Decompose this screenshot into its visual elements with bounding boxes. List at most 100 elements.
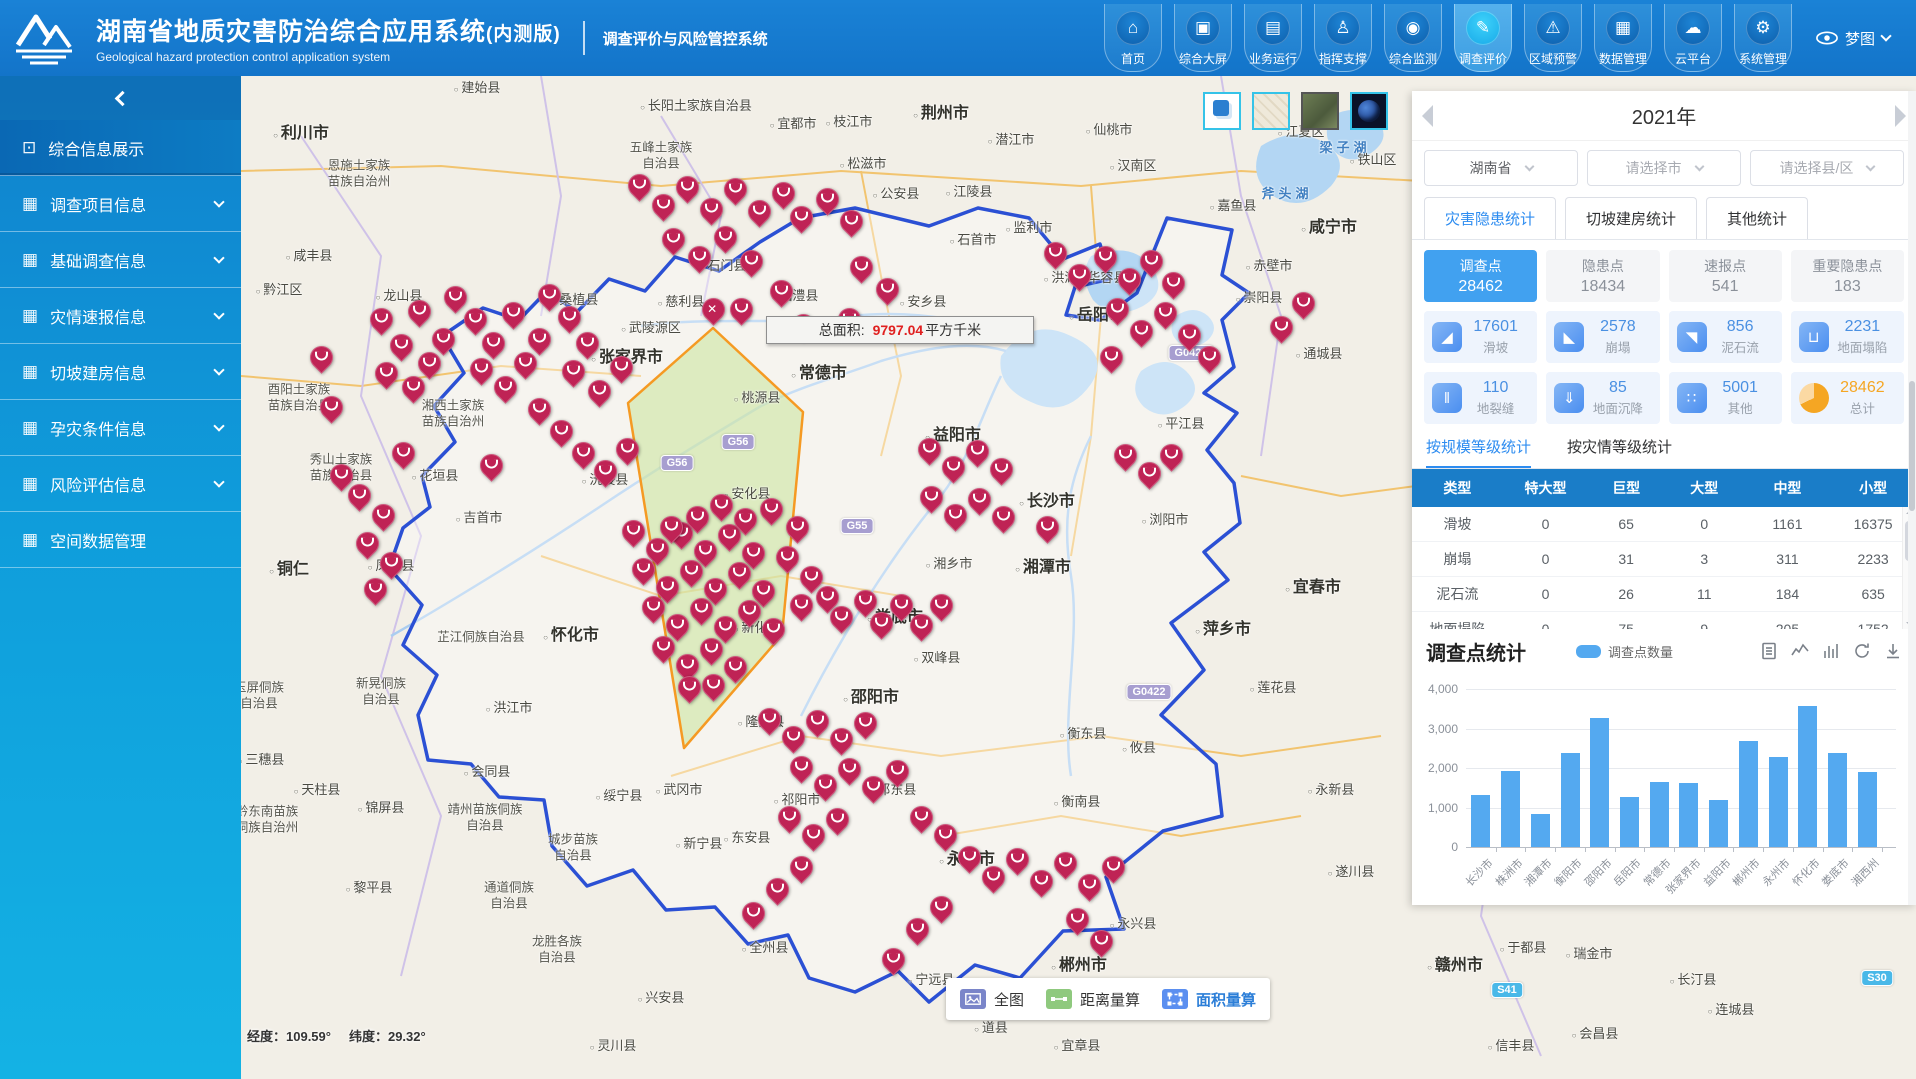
hazard-tile-地裂缝[interactable]: ‖110地裂缝: [1424, 372, 1537, 424]
sidebar-item-调查项目信息[interactable]: ▦调查项目信息: [0, 176, 241, 232]
table-cell: 0: [1664, 516, 1745, 532]
stats-tabs: 灾害隐患统计切坡建房统计其他统计: [1412, 195, 1916, 240]
chart-bar[interactable]: [1709, 800, 1728, 847]
chart-bar[interactable]: [1501, 771, 1520, 847]
stat-card-速报点[interactable]: 速报点541: [1669, 250, 1782, 302]
map-tool-距离量算[interactable]: 距离量算: [1046, 989, 1140, 1010]
tab-切坡建房统计[interactable]: 切坡建房统计: [1565, 197, 1697, 239]
map-label: 黔东南苗族 侗族自治州: [241, 804, 298, 835]
map-label: 双峰县: [914, 650, 961, 666]
sidebar-item-空间数据管理[interactable]: ▦空间数据管理: [0, 512, 241, 568]
table-cell: 0: [1503, 586, 1589, 602]
subtab-按灾情等级统计[interactable]: 按灾情等级统计: [1567, 436, 1672, 468]
hazard-tile-value: 2231: [1829, 318, 1896, 336]
previous-year-arrow[interactable]: [1422, 105, 1433, 127]
map-label: 怀化市: [543, 626, 599, 646]
table-row: 泥石流02611184635: [1412, 577, 1916, 612]
chart-bar[interactable]: [1858, 772, 1877, 847]
next-year-arrow[interactable]: [1895, 105, 1906, 127]
hazard-tile-其他[interactable]: ∷5001其他: [1669, 372, 1782, 424]
subtab-按规模等级统计[interactable]: 按规模等级统计: [1426, 436, 1531, 468]
chart-bar[interactable]: [1471, 795, 1490, 847]
bar-chart-icon[interactable]: [1822, 642, 1840, 660]
download-icon[interactable]: [1884, 642, 1902, 660]
nav-item-综合监测[interactable]: ◉综合监测: [1384, 4, 1442, 72]
nav-item-首页[interactable]: ⌂首页: [1104, 4, 1162, 72]
sidebar-item-灾情速报信息[interactable]: ▦灾情速报信息: [0, 288, 241, 344]
panel-scrollbar-thumb[interactable]: [1909, 381, 1915, 511]
sidebar-item-基础调查信息[interactable]: ▦基础调查信息: [0, 232, 241, 288]
sidebar-collapse-button[interactable]: [0, 76, 241, 120]
region-select-0[interactable]: 湖南省: [1424, 150, 1578, 186]
nav-icon-业务运行: ▤: [1256, 11, 1290, 45]
map-tool-面积量算[interactable]: 面积量算: [1162, 989, 1256, 1010]
region-select-1[interactable]: 请选择市: [1587, 150, 1741, 186]
tab-其他统计[interactable]: 其他统计: [1706, 197, 1808, 239]
table-cell: 地面塌陷: [1412, 619, 1503, 629]
nav-item-业务运行[interactable]: ▤业务运行: [1244, 4, 1302, 72]
system-name: 调查评价与风险管控系统: [603, 28, 768, 49]
nav-item-数据管理[interactable]: ▦数据管理: [1594, 4, 1652, 72]
satellite-basemap-button[interactable]: [1301, 92, 1339, 130]
refresh-icon[interactable]: [1853, 642, 1871, 660]
region-select-2[interactable]: 请选择县/区: [1750, 150, 1904, 186]
chart-bar[interactable]: [1769, 757, 1788, 847]
app-title-suffix: (内测版): [486, 24, 561, 45]
nav-label: 指挥支撑: [1319, 50, 1367, 67]
chevron-down-icon: [213, 364, 224, 375]
map-label: 连城县: [1708, 1002, 1755, 1018]
sidebar-item-孕灾条件信息[interactable]: ▦孕灾条件信息: [0, 400, 241, 456]
nav-item-云平台[interactable]: ☁云平台: [1664, 4, 1722, 72]
nav-item-调查评价[interactable]: ✎调查评价: [1454, 4, 1512, 72]
user-menu[interactable]: 梦图: [1806, 28, 1916, 49]
hazard-tile-总计[interactable]: 28462总计: [1791, 372, 1904, 424]
stat-card-隐患点[interactable]: 隐患点18434: [1546, 250, 1659, 302]
panel-scrollbar[interactable]: [1908, 91, 1916, 905]
chart-bar[interactable]: [1531, 814, 1550, 847]
sidebar-item-综合信息展示[interactable]: ⊡综合信息展示: [0, 120, 241, 176]
hazard-tile-地面塌陷[interactable]: ⊔2231地面塌陷: [1791, 311, 1904, 363]
hazard-tile-滑坡[interactable]: ◢17601滑坡: [1424, 311, 1537, 363]
x-axis-tick: [1496, 847, 1497, 852]
hazard-tile-地面沉降[interactable]: ⇓85地面沉降: [1546, 372, 1659, 424]
table-row: 地面塌陷07592051752: [1412, 612, 1916, 629]
data-view-icon[interactable]: [1760, 642, 1778, 660]
map-canvas[interactable]: 利川市建始县长阳土家族自治县五峰土家族 自治县宜都市枝江市荆州市松滋市公安县江陵…: [241, 76, 1916, 1079]
chart-bar[interactable]: [1828, 753, 1847, 847]
stat-card-调查点[interactable]: 调查点28462: [1424, 250, 1537, 302]
sidebar-item-风险评估信息[interactable]: ▦风险评估信息: [0, 456, 241, 512]
x-axis-tick: [1674, 847, 1675, 852]
nav-item-系统管理[interactable]: ⚙系统管理: [1734, 4, 1792, 72]
line-chart-icon[interactable]: [1791, 642, 1809, 660]
scale-statistics-table: 类型特大型巨型大型中型小型滑坡0650116116375崩塌0313311223…: [1412, 469, 1916, 629]
chart-bar[interactable]: [1561, 753, 1580, 847]
chart-bar[interactable]: [1590, 718, 1609, 847]
stat-card-重要隐患点[interactable]: 重要隐患点183: [1791, 250, 1904, 302]
table-cell: 75: [1588, 621, 1664, 629]
layers-button[interactable]: [1203, 92, 1241, 130]
chart-bar[interactable]: [1739, 741, 1758, 847]
nav-item-区域预警[interactable]: ⚠区域预警: [1524, 4, 1582, 72]
chart-bar[interactable]: [1650, 782, 1669, 847]
tab-灾害隐患统计[interactable]: 灾害隐患统计: [1424, 197, 1556, 239]
map-label: 嘉鱼县: [1210, 198, 1257, 214]
map-label: 湘乡市: [926, 556, 973, 572]
street-basemap-button[interactable]: [1252, 92, 1290, 130]
x-axis-tick: [1882, 847, 1883, 852]
nav-item-指挥支撑[interactable]: ♙指挥支撑: [1314, 4, 1372, 72]
map-tool-全图[interactable]: 全图: [960, 989, 1024, 1010]
earth-basemap-button[interactable]: [1350, 92, 1388, 130]
app-subtitle: Geological hazard protection control app…: [96, 50, 561, 64]
nav-item-综合大屏[interactable]: ▣综合大屏: [1174, 4, 1232, 72]
chart-bar[interactable]: [1798, 706, 1817, 847]
x-axis-tick: [1793, 847, 1794, 852]
map-label: 永新县: [1308, 782, 1355, 798]
sidebar-item-切坡建房信息[interactable]: ▦切坡建房信息: [0, 344, 241, 400]
hazard-tile-崩塌[interactable]: ◣2578崩塌: [1546, 311, 1659, 363]
chart-bar[interactable]: [1620, 797, 1639, 847]
hazard-tile-泥石流[interactable]: ◥856泥石流: [1669, 311, 1782, 363]
y-axis-label: 4,000: [1414, 682, 1458, 696]
eye-icon: [1816, 31, 1838, 45]
chart-legend[interactable]: 调查点数量: [1576, 642, 1673, 661]
chart-bar[interactable]: [1679, 783, 1698, 847]
